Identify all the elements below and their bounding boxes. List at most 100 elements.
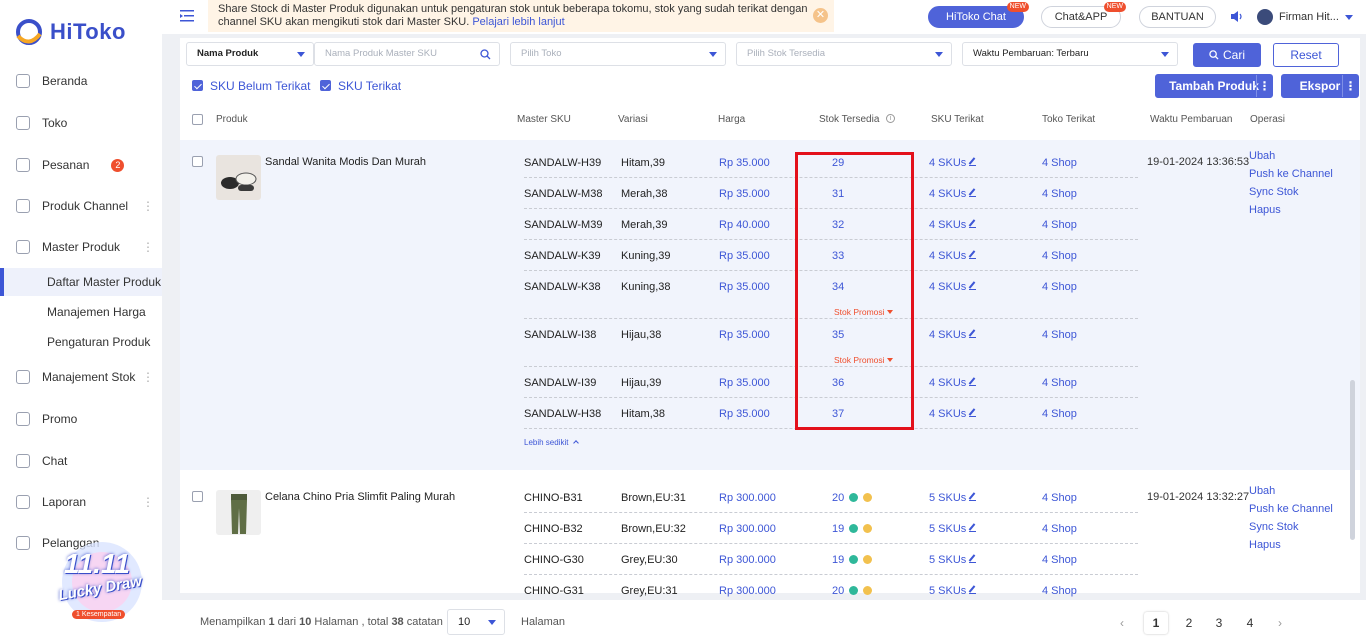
sku-bound-link[interactable]: 5 SKUs [929, 554, 977, 566]
sku-bound-link[interactable]: 4 SKUs [929, 157, 977, 169]
edit-pencil-icon[interactable] [969, 410, 977, 417]
scrollbar[interactable] [1350, 380, 1355, 540]
select-all-checkbox[interactable] [192, 114, 203, 125]
sku-bound-link[interactable]: 4 SKUs [929, 188, 977, 200]
sidebar-item-promo[interactable]: Promo [0, 404, 162, 434]
delete-link[interactable]: Hapus [1249, 536, 1333, 554]
edit-pencil-icon[interactable] [969, 525, 977, 532]
sku-bound-link[interactable]: 5 SKUs [929, 492, 977, 504]
search-button[interactable]: Cari [1193, 43, 1261, 67]
shop-bound-link[interactable]: 4 Shop [1042, 554, 1077, 566]
product-name[interactable]: Sandal Wanita Modis Dan Murah [265, 156, 426, 168]
sidebar-sub-daftar-master-produk[interactable]: Daftar Master Produk [0, 268, 162, 296]
page-2-button[interactable]: 2 [1177, 612, 1201, 634]
sidebar-item-produk-channel[interactable]: Produk Channel ⋮ [0, 191, 162, 221]
field-select[interactable]: Nama Produk [186, 42, 314, 66]
push-channel-link[interactable]: Push ke Channel [1249, 500, 1333, 518]
help-button[interactable]: BANTUAN [1139, 6, 1216, 28]
price[interactable]: Rp 35.000 [719, 408, 770, 420]
sidebar-item-master-produk[interactable]: Master Produk ⋮ [0, 232, 162, 262]
edit-pencil-icon[interactable] [969, 252, 977, 259]
price[interactable]: Rp 300.000 [719, 554, 776, 566]
shop-bound-link[interactable]: 4 Shop [1042, 281, 1077, 293]
logo[interactable]: HiToko [14, 18, 126, 46]
shop-bound-link[interactable]: 4 Shop [1042, 219, 1077, 231]
sidebar-item-beranda[interactable]: Beranda [0, 66, 162, 96]
shop-bound-link[interactable]: 4 Shop [1042, 157, 1077, 169]
shop-bound-link[interactable]: 4 Shop [1042, 329, 1077, 341]
shop-bound-link[interactable]: 4 Shop [1042, 523, 1077, 535]
export-button[interactable]: Ekspor ⋮ [1281, 74, 1359, 98]
sku-bound-link[interactable]: 4 SKUs [929, 329, 977, 341]
price[interactable]: Rp 35.000 [719, 157, 770, 169]
sku-bound-link[interactable]: 4 SKUs [929, 250, 977, 262]
sku-bound-checkbox[interactable] [320, 80, 331, 91]
sync-stock-link[interactable]: Sync Stok [1249, 183, 1333, 201]
edit-pencil-icon[interactable] [969, 190, 977, 197]
product-checkbox[interactable] [192, 156, 203, 167]
price[interactable]: Rp 35.000 [719, 377, 770, 389]
shop-bound-link[interactable]: 4 Shop [1042, 585, 1077, 597]
sku-unbound-checkbox[interactable] [192, 80, 203, 91]
shop-bound-link[interactable]: 4 Shop [1042, 250, 1077, 262]
user-menu[interactable]: Firman Hit... [1257, 9, 1353, 25]
product-thumbnail[interactable] [216, 155, 261, 200]
price[interactable]: Rp 300.000 [719, 585, 776, 597]
product-name[interactable]: Celana Chino Pria Slimfit Paling Murah [265, 491, 455, 503]
search-input[interactable]: Nama Produk Master SKU [314, 42, 500, 66]
edit-pencil-icon[interactable] [969, 159, 977, 166]
learn-more-link[interactable]: Pelajari lebih lanjut [472, 16, 564, 28]
push-channel-link[interactable]: Push ke Channel [1249, 165, 1333, 183]
page-3-button[interactable]: 3 [1207, 612, 1231, 634]
price[interactable]: Rp 40.000 [719, 219, 770, 231]
price[interactable]: Rp 35.000 [719, 188, 770, 200]
sidebar-item-toko[interactable]: Toko [0, 108, 162, 138]
add-product-button[interactable]: Tambah Produk ⋮ [1155, 74, 1273, 98]
edit-link[interactable]: Ubah [1249, 147, 1333, 165]
shop-bound-link[interactable]: 4 Shop [1042, 408, 1077, 420]
edit-pencil-icon[interactable] [969, 221, 977, 228]
sidebar-item-chat[interactable]: Chat [0, 446, 162, 476]
reset-button[interactable]: Reset [1273, 43, 1339, 67]
sidebar-item-laporan[interactable]: Laporan ⋮ [0, 487, 162, 517]
close-icon[interactable]: ✕ [813, 8, 828, 23]
page-1-button[interactable]: 1 [1144, 612, 1168, 634]
shop-bound-link[interactable]: 4 Shop [1042, 492, 1077, 504]
price[interactable]: Rp 300.000 [719, 523, 776, 535]
delete-link[interactable]: Hapus [1249, 201, 1333, 219]
stock-select[interactable]: Pilih Stok Tersedia [736, 42, 952, 66]
sku-bound-link[interactable]: 5 SKUs [929, 585, 977, 597]
hitoko-chat-button[interactable]: HiToko Chat NEW [928, 2, 1029, 28]
stock-available[interactable]: 20 [832, 585, 873, 597]
price[interactable]: Rp 35.000 [719, 250, 770, 262]
price[interactable]: Rp 300.000 [719, 492, 776, 504]
search-icon[interactable] [480, 49, 491, 60]
edit-pencil-icon[interactable] [969, 331, 977, 338]
sort-select[interactable]: Waktu Pembaruan: Terbaru [962, 42, 1178, 66]
edit-link[interactable]: Ubah [1249, 482, 1333, 500]
shop-bound-link[interactable]: 4 Shop [1042, 188, 1077, 200]
collapse-link[interactable]: Lebih sedikit [524, 438, 579, 447]
sku-bound-link[interactable]: 4 SKUs [929, 408, 977, 420]
sidebar-sub-pengaturan-produk[interactable]: Pengaturan Produk [0, 328, 162, 356]
edit-pencil-icon[interactable] [969, 587, 977, 594]
stock-available[interactable]: 20 [832, 492, 873, 504]
shop-bound-link[interactable]: 4 Shop [1042, 377, 1077, 389]
stock-available[interactable]: 19 [832, 554, 873, 566]
more-dots-icon[interactable]: ⋮ [1342, 75, 1358, 97]
page-size-select[interactable]: 10 [447, 609, 505, 635]
price[interactable]: Rp 35.000 [719, 281, 770, 293]
info-icon[interactable]: i [886, 114, 895, 123]
sku-bound-link[interactable]: 4 SKUs [929, 219, 977, 231]
sync-stock-link[interactable]: Sync Stok [1249, 518, 1333, 536]
menu-collapse-icon[interactable] [180, 10, 194, 22]
sku-bound-link[interactable]: 5 SKUs [929, 523, 977, 535]
stock-available[interactable]: 19 [832, 523, 873, 535]
next-page-button[interactable]: › [1268, 612, 1292, 634]
shop-select[interactable]: Pilih Toko [510, 42, 726, 66]
page-4-button[interactable]: 4 [1238, 612, 1262, 634]
product-checkbox[interactable] [192, 491, 203, 502]
price[interactable]: Rp 35.000 [719, 329, 770, 341]
edit-pencil-icon[interactable] [969, 494, 977, 501]
edit-pencil-icon[interactable] [969, 283, 977, 290]
